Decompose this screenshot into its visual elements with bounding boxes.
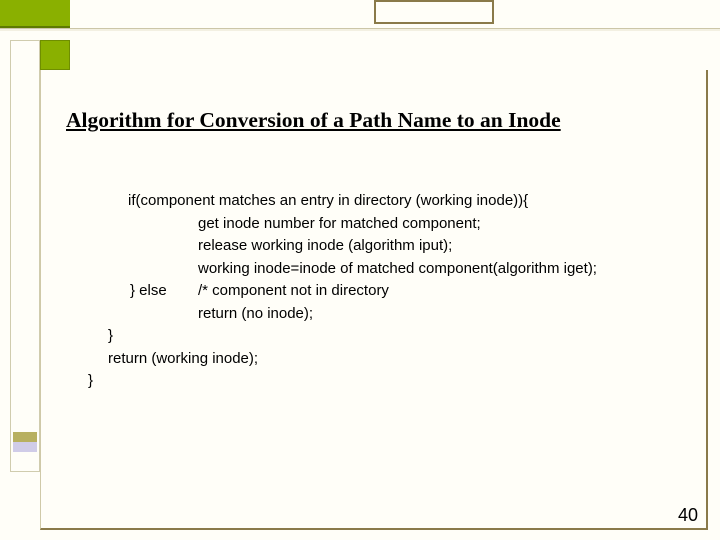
code-line: release working inode (algorithm iput); (88, 235, 678, 258)
code-line: } (88, 370, 678, 393)
code-line: } else /* component not in directory (88, 280, 678, 303)
decor-top-box (374, 0, 494, 24)
decor-left-lavender-strip (13, 442, 37, 452)
decor-top-green (0, 0, 70, 28)
code-comment: /* component not in directory (198, 280, 389, 303)
code-line: if(component matches an entry in directo… (88, 190, 678, 213)
code-line: working inode=inode of matched component… (88, 258, 678, 281)
decor-top-rule-shadow (0, 29, 720, 31)
code-line: return (no inode); (88, 303, 678, 326)
page-number: 40 (678, 505, 698, 526)
decor-left-olive-strip (13, 432, 37, 442)
slide: Algorithm for Conversion of a Path Name … (0, 0, 720, 540)
algorithm-code: if(component matches an entry in directo… (88, 190, 678, 393)
code-line: return (working inode); (88, 348, 678, 371)
code-line: } (88, 325, 678, 348)
slide-title: Algorithm for Conversion of a Path Name … (66, 108, 561, 133)
decor-left-column (10, 40, 40, 472)
code-else: } else (88, 280, 198, 303)
code-line: get inode number for matched component; (88, 213, 678, 236)
decor-left-green-square (40, 40, 70, 70)
